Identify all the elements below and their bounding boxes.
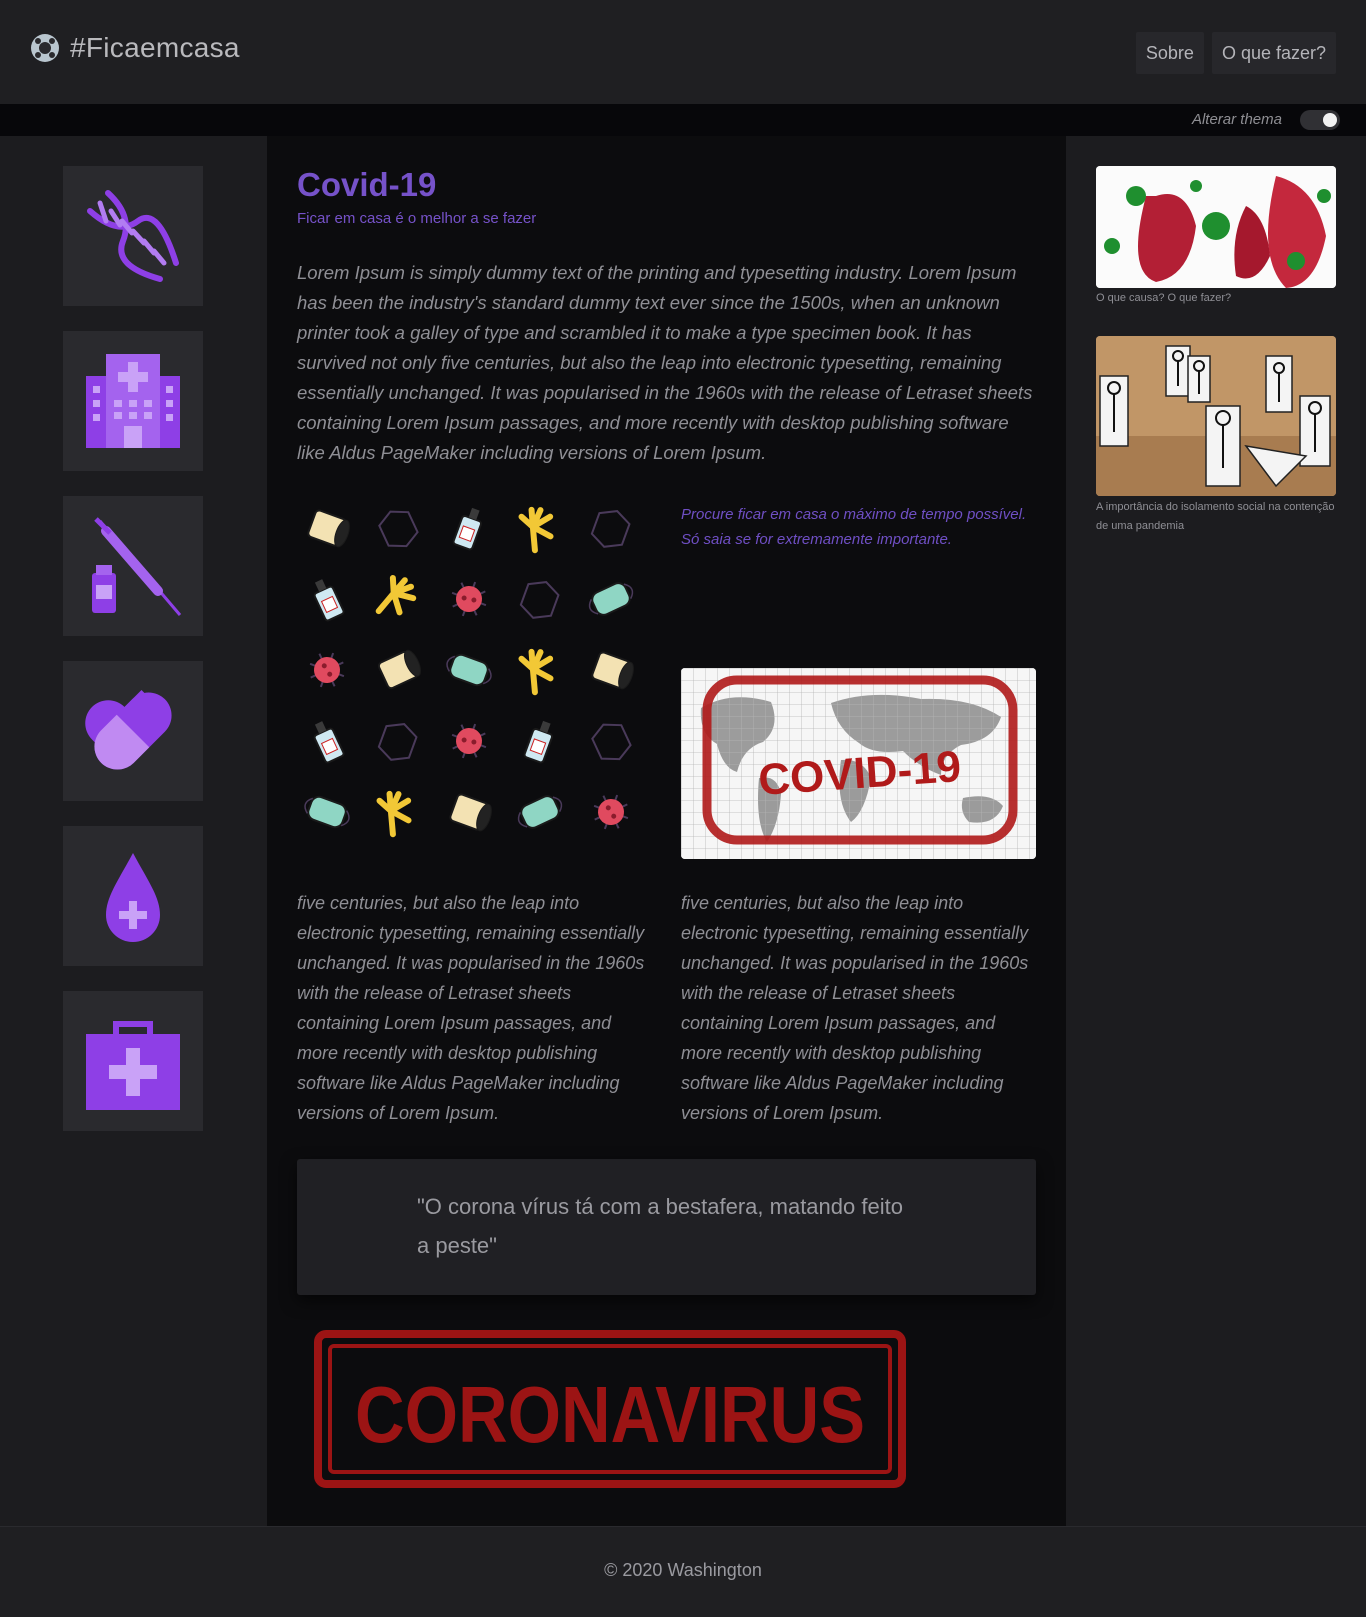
tile-dna (63, 166, 203, 306)
roll-icon (591, 651, 634, 690)
mask-icon (517, 795, 563, 829)
tile-pill (63, 661, 203, 801)
footer-copyright: © 2020 Washington (604, 1560, 762, 1580)
box-icon (378, 510, 419, 548)
dna-icon (87, 190, 179, 282)
pattern-items (304, 506, 634, 838)
brand[interactable]: #Ficaemcasa (30, 32, 240, 64)
column-text-2: five centuries, but also the leap into e… (681, 893, 1029, 1123)
virus-icon (593, 794, 629, 830)
blood-drop-icon (106, 853, 160, 942)
tile-hospital (63, 331, 203, 471)
main-nav: Sobre O que fazer? (1135, 32, 1336, 74)
article-caption-1[interactable]: O que causa? O que fazer? (1096, 289, 1336, 308)
glove-icon (376, 790, 412, 838)
bottle-icon (523, 720, 553, 764)
article-thumb-isolation[interactable] (1096, 336, 1336, 496)
article-thumb-lungs-virus[interactable] (1096, 166, 1336, 288)
roll-icon (307, 509, 350, 548)
box-icon (377, 723, 418, 761)
protection-items-illustration (304, 506, 634, 838)
mask-icon (588, 582, 634, 616)
tile-syringe (63, 496, 203, 636)
bottle-icon (452, 507, 482, 551)
glove-icon (375, 574, 417, 616)
footer: © 2020 Washington (0, 1526, 1366, 1617)
hospital-icon (86, 354, 180, 448)
theme-toggle[interactable] (1300, 110, 1340, 130)
virus-icon (309, 652, 345, 688)
box-icon (591, 723, 632, 761)
pill-icon (85, 689, 172, 770)
side-note: Procure ficar em casa o máximo de tempo … (681, 506, 1027, 548)
mask-icon (446, 653, 492, 687)
first-aid-kit-icon (86, 1021, 180, 1110)
quote-box: "O corona vírus tá com a bestafera, mata… (297, 1159, 1036, 1295)
intro-paragraph: Lorem Ipsum is simply dummy text of the … (297, 262, 1033, 463)
nav-o-que-fazer[interactable]: O que fazer? (1211, 32, 1336, 74)
mask-icon (304, 795, 350, 829)
glove-icon (518, 648, 554, 696)
tile-first-aid-kit (63, 991, 203, 1131)
top-header: #Ficaemcasa Sobre O que fazer? (0, 0, 1366, 104)
theme-toggle-label: Alterar thema (1191, 111, 1282, 128)
box-icon (519, 581, 560, 619)
glove-icon (518, 506, 554, 554)
tile-blood-drop (63, 826, 203, 966)
right-sidebar: O que causa? O que fazer? A importância … (1066, 136, 1366, 1526)
syringe-icon (92, 517, 182, 616)
bottle-icon (313, 579, 345, 622)
article-caption-2[interactable]: A importância do isolamento social na co… (1096, 498, 1336, 536)
quote-text: "O corona vírus tá com a bestafera, mata… (417, 1194, 903, 1258)
left-sidebar (0, 136, 267, 1526)
virus-icon (451, 581, 487, 617)
coronavirus-banner-text: CORONAVIRUS (355, 1370, 865, 1459)
brand-title: #Ficaemcasa (70, 32, 240, 63)
toggle-knob (1323, 113, 1337, 127)
theme-bar: Alterar thema (0, 104, 1366, 136)
page-subtitle: Ficar em casa é o melhor a se fazer (297, 210, 537, 227)
main-content: Covid-19 Ficar em casa é o melhor a se f… (267, 136, 1066, 1526)
covid-world-map-image: COVID-19 (681, 668, 1036, 859)
roll-icon (449, 793, 492, 832)
box-icon (590, 510, 631, 548)
roll-icon (377, 649, 422, 690)
coronavirus-banner-image: CORONAVIRUS (314, 1330, 919, 1490)
virus-icon (451, 723, 487, 759)
bottle-icon (313, 721, 345, 764)
nav-sobre[interactable]: Sobre (1135, 32, 1204, 74)
virus-icon (31, 34, 59, 62)
column-text-1: five centuries, but also the leap into e… (297, 893, 645, 1123)
page-title: Covid-19 (297, 166, 437, 203)
